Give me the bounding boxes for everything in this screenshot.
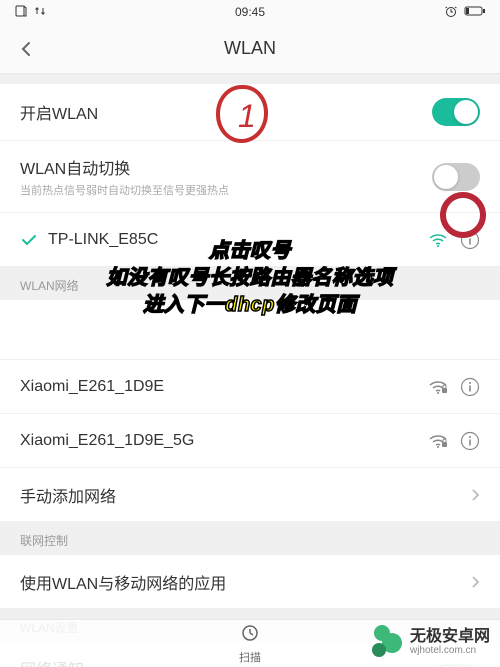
page-title: WLAN [224, 38, 276, 59]
row-network-1[interactable]: Xiaomi_E261_1D9E [0, 360, 500, 414]
row-connected-network[interactable]: TP-LINK_E85C [0, 213, 500, 267]
alarm-icon [444, 4, 458, 21]
auto-switch-label: WLAN自动切换 [20, 155, 229, 179]
row-enable-wlan[interactable]: 开启WLAN [0, 84, 500, 141]
status-time: 09:45 [235, 5, 265, 19]
scan-label: 扫描 [239, 649, 261, 665]
network-info-icon[interactable] [460, 230, 480, 250]
row-auto-switch[interactable]: WLAN自动切换 当前热点信号弱时自动切换至信号更强热点 [0, 141, 500, 213]
row-network-2[interactable]: Xiaomi_E261_1D9E_5G [0, 414, 500, 468]
watermark-logo-icon [370, 625, 404, 659]
row-manual-add[interactable]: 手动添加网络 [0, 468, 500, 522]
enable-wlan-toggle[interactable] [432, 98, 480, 126]
wifi-lock-icon [428, 433, 448, 449]
back-button[interactable] [14, 37, 38, 61]
manual-add-label: 手动添加网络 [20, 483, 116, 507]
connected-name: TP-LINK_E85C [48, 231, 158, 249]
network-1-name: Xiaomi_E261_1D9E [20, 378, 164, 396]
auto-switch-toggle[interactable] [432, 163, 480, 191]
chevron-right-icon [470, 574, 480, 590]
wifi-signal-icon [428, 232, 448, 248]
section-network-control: 联网控制 [0, 522, 500, 555]
network-info-icon[interactable] [460, 431, 480, 451]
network-2-name: Xiaomi_E261_1D9E_5G [20, 432, 194, 450]
wifi-lock-icon [428, 379, 448, 395]
row-apps-using[interactable]: 使用WLAN与移动网络的应用 [0, 555, 500, 609]
watermark-url: wjhotel.com.cn [410, 645, 490, 656]
battery-icon [464, 5, 486, 20]
enable-wlan-label: 开启WLAN [20, 100, 98, 124]
apps-using-label: 使用WLAN与移动网络的应用 [20, 570, 226, 594]
auto-switch-sub: 当前热点信号弱时自动切换至信号更强热点 [20, 182, 229, 198]
connected-check-icon [20, 231, 38, 249]
scan-icon[interactable] [240, 623, 260, 648]
chevron-right-icon [470, 487, 480, 503]
sim-icon [14, 4, 28, 21]
data-icon [34, 5, 46, 20]
watermark-name: 无极安卓网 [410, 628, 490, 646]
watermark: 无极安卓网 wjhotel.com.cn [370, 625, 490, 659]
section-wlan-networks: WLAN网络 [0, 267, 500, 300]
network-info-icon[interactable] [460, 377, 480, 397]
